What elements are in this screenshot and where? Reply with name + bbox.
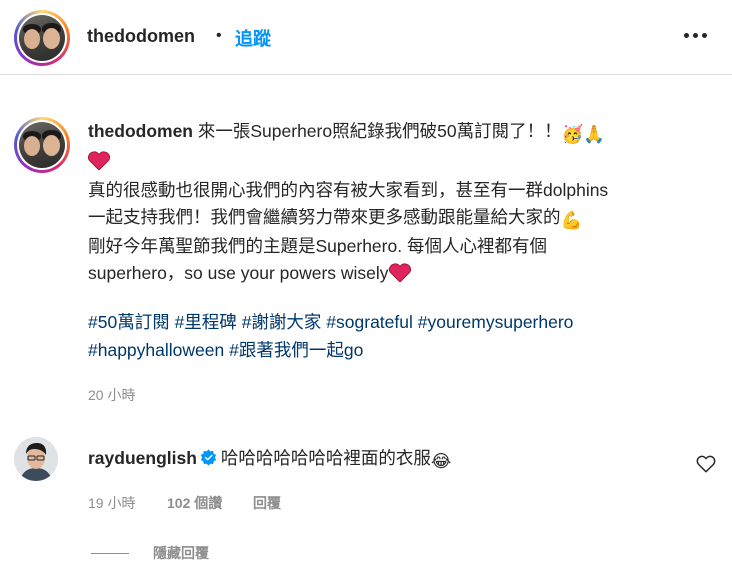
hashtag-link[interactable]: #youremysuperhero — [418, 312, 574, 332]
commenter-avatar[interactable] — [14, 437, 58, 481]
follow-button[interactable]: 追蹤 — [235, 25, 271, 51]
caption-line-4: 剛好今年萬聖節我們的主題是Superhero. 每個人心裡都有個 — [88, 236, 547, 256]
face-with-tears-of-joy-emoji: 😂 — [430, 451, 452, 471]
hide-replies-label: 隱藏回覆 — [153, 545, 209, 561]
folded-hands-emoji: 🙏 — [583, 124, 606, 144]
hashtag-list: #50萬訂閱 #里程碑 #謝謝大家 #sograteful #youremysu… — [88, 308, 708, 364]
author-username[interactable]: thedodomen — [87, 26, 195, 47]
comment-timestamp[interactable]: 19 小時 — [88, 493, 135, 513]
replies-divider-line — [91, 552, 129, 554]
caption-line-3: 一起支持我們！我們會繼續努力帶來更多感動跟能量給大家的 — [88, 206, 561, 227]
heart-emoji-icon — [388, 262, 411, 290]
comment-text: 哈哈哈哈哈哈哈裡面的衣服 — [220, 448, 431, 468]
caption-author-avatar[interactable] — [14, 117, 70, 173]
hashtag-link[interactable]: #跟著我們一起go — [229, 340, 363, 360]
verified-badge-icon — [200, 449, 217, 471]
hashtag-link[interactable]: #happyhalloween — [88, 340, 224, 360]
hide-replies-button[interactable]: 隱藏回覆 — [91, 543, 209, 563]
caption-line-5: superhero，so use your powers wisely — [88, 262, 389, 283]
comment-likes-count[interactable]: 102 個讚 — [167, 493, 222, 513]
header-separator: • — [216, 27, 222, 44]
reply-button[interactable]: 回覆 — [253, 493, 281, 513]
hashtag-link[interactable]: #50萬訂閱 — [88, 312, 170, 332]
caption-timestamp[interactable]: 20 小時 — [88, 385, 135, 405]
caption-line-2: 真的很感動也很開心我們的內容有被大家看到，甚至有一群dolphins — [88, 180, 609, 200]
author-avatar[interactable] — [14, 10, 70, 66]
caption-line-1: 來一張Superhero照紀錄我們破50萬訂閱了！！ — [197, 121, 562, 141]
comment-body: rayduenglish 哈哈哈哈哈哈哈裡面的衣服😂 — [88, 445, 451, 472]
post-header: thedodomen • 追蹤 — [0, 0, 732, 75]
hashtag-link[interactable]: #謝謝大家 — [242, 312, 322, 332]
like-heart-icon[interactable] — [696, 455, 716, 478]
flexed-biceps-emoji: 💪 — [560, 209, 583, 230]
partying-face-emoji: 🥳 — [561, 124, 584, 144]
hashtag-link[interactable]: #里程碑 — [175, 312, 237, 332]
heart-emoji-icon — [88, 150, 110, 178]
caption-username[interactable]: thedodomen — [88, 121, 193, 141]
post-caption: thedodomen 來一張Superhero照紀錄我們破50萬訂閱了！！🥳🙏 … — [88, 118, 708, 289]
hashtag-link[interactable]: #sograteful — [326, 312, 413, 332]
commenter-username[interactable]: rayduenglish — [88, 448, 197, 468]
more-horizontal-icon[interactable] — [684, 33, 707, 38]
